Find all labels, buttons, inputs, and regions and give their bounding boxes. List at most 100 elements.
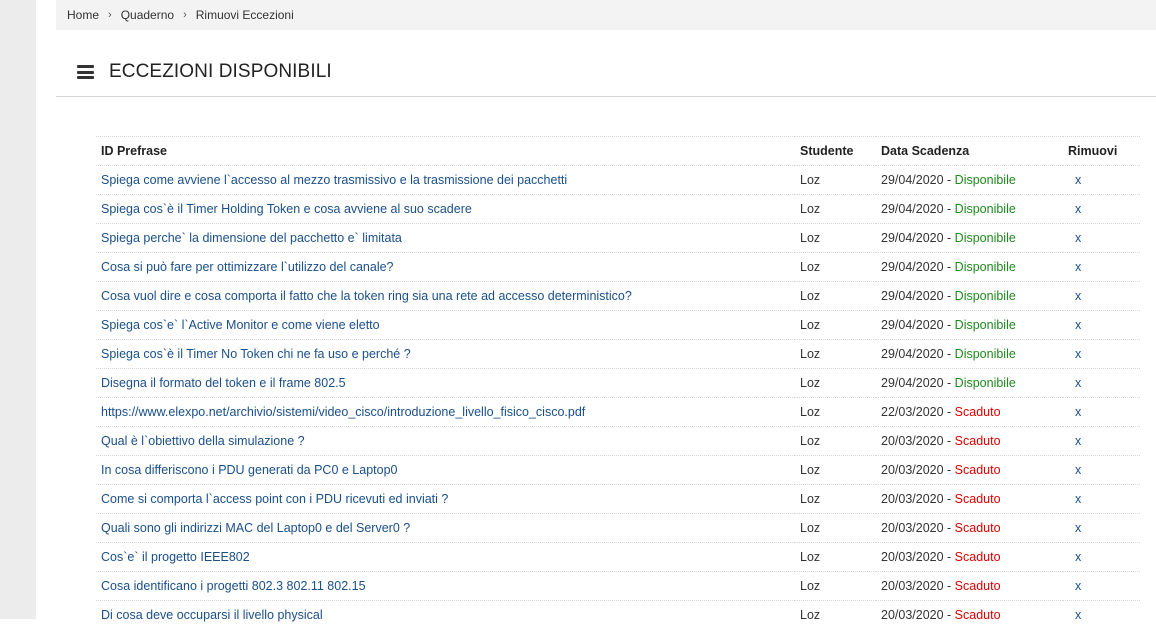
remove-button[interactable]: x <box>1063 195 1140 224</box>
table-row: Spiega cos`è il Timer Holding Token e co… <box>96 195 1140 224</box>
breadcrumb-current: Rimuovi Eccezioni <box>196 8 294 22</box>
student-cell: Loz <box>795 485 876 514</box>
due-date-cell: 29/04/2020 - Disponibile <box>876 195 1063 224</box>
breadcrumb: Home › Quaderno › Rimuovi Eccezioni <box>56 0 1156 30</box>
breadcrumb-home[interactable]: Home <box>67 8 99 22</box>
due-date: 29/04/2020 <box>881 260 944 274</box>
question-link[interactable]: Cos`e` il progetto IEEE802 <box>96 543 795 572</box>
due-date-cell: 20/03/2020 - Scaduto <box>876 543 1063 572</box>
date-status-separator: - <box>944 318 955 332</box>
table-header-row: ID Prefrase Studente Data Scadenza Rimuo… <box>96 137 1140 166</box>
date-status-separator: - <box>944 608 955 622</box>
remove-button[interactable]: x <box>1063 311 1140 340</box>
table-row: Quali sono gli indirizzi MAC del Laptop0… <box>96 514 1140 543</box>
page-header: ECCEZIONI DISPONIBILI <box>56 48 1156 97</box>
question-link[interactable]: Spiega cos`è il Timer Holding Token e co… <box>96 195 795 224</box>
question-link[interactable]: Spiega cos`è il Timer No Token chi ne fa… <box>96 340 795 369</box>
status-label: Scaduto <box>955 550 1001 564</box>
remove-button[interactable]: x <box>1063 427 1140 456</box>
remove-button[interactable]: x <box>1063 514 1140 543</box>
table-row: Spiega cos`e` l`Active Monitor e come vi… <box>96 311 1140 340</box>
due-date-cell: 29/04/2020 - Disponibile <box>876 340 1063 369</box>
table-row: Cosa vuol dire e cosa comporta il fatto … <box>96 282 1140 311</box>
remove-button[interactable]: x <box>1063 369 1140 398</box>
remove-button[interactable]: x <box>1063 253 1140 282</box>
question-link[interactable]: Spiega perche` la dimensione del pacchet… <box>96 224 795 253</box>
remove-button[interactable]: x <box>1063 485 1140 514</box>
date-status-separator: - <box>944 202 955 216</box>
date-status-separator: - <box>944 463 955 477</box>
due-date: 29/04/2020 <box>881 231 944 245</box>
table-row: Come si comporta l`access point con i PD… <box>96 485 1140 514</box>
date-status-separator: - <box>944 521 955 535</box>
status-label: Disponibile <box>955 318 1016 332</box>
status-label: Disponibile <box>955 289 1016 303</box>
due-date: 20/03/2020 <box>881 492 944 506</box>
question-link[interactable]: In cosa differiscono i PDU generati da P… <box>96 456 795 485</box>
column-header-id-prefrase: ID Prefrase <box>96 137 795 166</box>
student-cell: Loz <box>795 543 876 572</box>
status-label: Disponibile <box>955 202 1016 216</box>
status-label: Scaduto <box>955 463 1001 477</box>
table-row: Cosa identificano i progetti 802.3 802.1… <box>96 572 1140 601</box>
due-date: 20/03/2020 <box>881 463 944 477</box>
table-row: https://www.elexpo.net/archivio/sistemi/… <box>96 398 1140 427</box>
status-label: Scaduto <box>955 608 1001 622</box>
due-date: 29/04/2020 <box>881 318 944 332</box>
student-cell: Loz <box>795 311 876 340</box>
due-date-cell: 22/03/2020 - Scaduto <box>876 398 1063 427</box>
table-row: Spiega perche` la dimensione del pacchet… <box>96 224 1140 253</box>
student-cell: Loz <box>795 340 876 369</box>
question-link[interactable]: Di cosa deve occuparsi il livello physic… <box>96 601 795 629</box>
status-label: Scaduto <box>955 579 1001 593</box>
remove-button[interactable]: x <box>1063 340 1140 369</box>
due-date-cell: 29/04/2020 - Disponibile <box>876 166 1063 195</box>
question-link[interactable]: Cosa vuol dire e cosa comporta il fatto … <box>96 282 795 311</box>
remove-button[interactable]: x <box>1063 572 1140 601</box>
question-link[interactable]: Quali sono gli indirizzi MAC del Laptop0… <box>96 514 795 543</box>
exceptions-table: ID Prefrase Studente Data Scadenza Rimuo… <box>96 136 1140 629</box>
question-link[interactable]: Spiega come avviene l`accesso al mezzo t… <box>96 166 795 195</box>
due-date-cell: 29/04/2020 - Disponibile <box>876 253 1063 282</box>
due-date: 20/03/2020 <box>881 608 944 622</box>
due-date-cell: 20/03/2020 - Scaduto <box>876 456 1063 485</box>
remove-button[interactable]: x <box>1063 224 1140 253</box>
question-link[interactable]: https://www.elexpo.net/archivio/sistemi/… <box>96 398 795 427</box>
breadcrumb-quaderno[interactable]: Quaderno <box>121 8 174 22</box>
table-row: Cosa si può fare per ottimizzare l`utili… <box>96 253 1140 282</box>
remove-button[interactable]: x <box>1063 282 1140 311</box>
due-date: 20/03/2020 <box>881 550 944 564</box>
student-cell: Loz <box>795 282 876 311</box>
remove-button[interactable]: x <box>1063 601 1140 629</box>
status-label: Disponibile <box>955 347 1016 361</box>
table-row: Di cosa deve occuparsi il livello physic… <box>96 601 1140 629</box>
date-status-separator: - <box>944 376 955 390</box>
due-date-cell: 29/04/2020 - Disponibile <box>876 311 1063 340</box>
question-link[interactable]: Qual è l`obiettivo della simulazione ? <box>96 427 795 456</box>
status-label: Scaduto <box>955 434 1001 448</box>
date-status-separator: - <box>944 405 955 419</box>
question-link[interactable]: Disegna il formato del token e il frame … <box>96 369 795 398</box>
hamburger-menu-icon[interactable] <box>77 65 94 79</box>
student-cell: Loz <box>795 253 876 282</box>
due-date-cell: 20/03/2020 - Scaduto <box>876 427 1063 456</box>
chevron-right-icon: › <box>183 9 187 21</box>
table-row: Qual è l`obiettivo della simulazione ?Lo… <box>96 427 1140 456</box>
question-link[interactable]: Spiega cos`e` l`Active Monitor e come vi… <box>96 311 795 340</box>
date-status-separator: - <box>944 347 955 361</box>
remove-button[interactable]: x <box>1063 398 1140 427</box>
status-label: Scaduto <box>955 405 1001 419</box>
student-cell: Loz <box>795 398 876 427</box>
due-date-cell: 20/03/2020 - Scaduto <box>876 601 1063 629</box>
question-link[interactable]: Cosa identificano i progetti 802.3 802.1… <box>96 572 795 601</box>
remove-button[interactable]: x <box>1063 543 1140 572</box>
student-cell: Loz <box>795 456 876 485</box>
left-side-strip <box>0 0 36 619</box>
table-row: Disegna il formato del token e il frame … <box>96 369 1140 398</box>
remove-button[interactable]: x <box>1063 166 1140 195</box>
due-date: 29/04/2020 <box>881 202 944 216</box>
question-link[interactable]: Come si comporta l`access point con i PD… <box>96 485 795 514</box>
due-date: 29/04/2020 <box>881 173 944 187</box>
remove-button[interactable]: x <box>1063 456 1140 485</box>
question-link[interactable]: Cosa si può fare per ottimizzare l`utili… <box>96 253 795 282</box>
